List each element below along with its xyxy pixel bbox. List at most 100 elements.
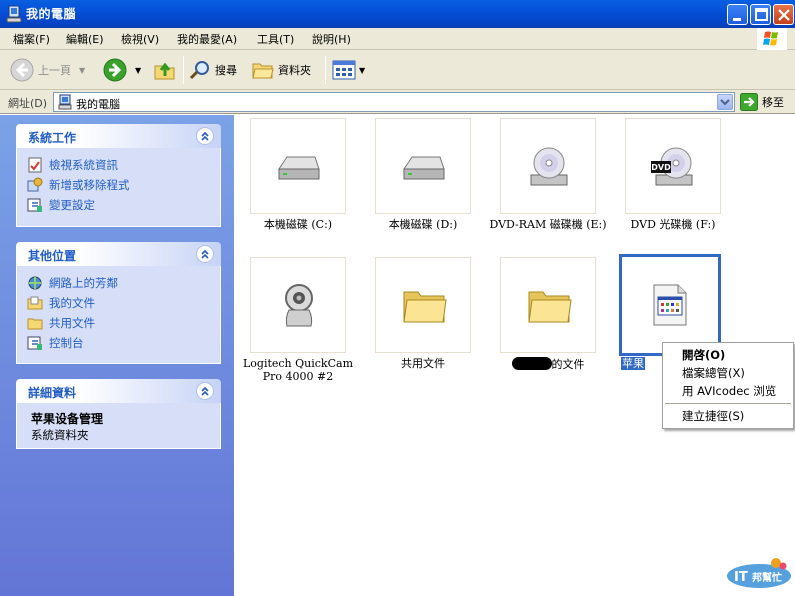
close-button[interactable] <box>773 4 794 25</box>
back-button[interactable]: 上一頁 ▼ <box>10 57 85 83</box>
minimize-button[interactable] <box>727 4 748 25</box>
menu-favorites[interactable]: 我的最愛(A) <box>177 31 237 47</box>
details-panel: 詳細資料 苹果设备管理 系統資料夾 <box>16 379 221 449</box>
menu-view[interactable]: 檢視(V) <box>121 31 159 47</box>
dvd-ram-drive-icon <box>530 147 568 186</box>
ctx-avicodec[interactable]: 用 AVIcodec 浏览 <box>663 382 793 400</box>
views-button[interactable]: ▼ <box>332 57 365 83</box>
address-dropdown-button[interactable] <box>717 94 733 110</box>
svg-text:邦幫忙: 邦幫忙 <box>752 571 782 584</box>
network-icon <box>28 276 42 290</box>
ctx-create-shortcut[interactable]: 建立捷徑(S) <box>663 407 793 425</box>
forward-dropdown-icon[interactable]: ▼ <box>135 66 141 75</box>
thumbnail <box>619 254 721 356</box>
menu-help[interactable]: 說明(H) <box>312 31 351 47</box>
address-input[interactable]: 我的電腦 <box>53 92 735 112</box>
drive-d[interactable]: 本機磁碟 (D:) <box>361 118 485 231</box>
item-label: 的文件 <box>486 357 610 371</box>
collapse-chevron-icon[interactable] <box>196 245 214 263</box>
webcam-device[interactable]: Logitech QuickCam Pro 4000 #2 <box>236 257 360 383</box>
folders-icon <box>252 63 274 79</box>
address-label: 網址(D) <box>8 97 48 110</box>
svg-text:DVD: DVD <box>651 163 671 172</box>
item-label: 本機磁碟 (C:) <box>263 218 333 231</box>
maximize-button[interactable] <box>750 4 771 25</box>
task-change-settings[interactable]: 變更設定 <box>27 195 220 215</box>
thumbnail <box>250 257 346 353</box>
ctx-open[interactable]: 開啓(O) <box>663 346 793 364</box>
shared-documents-folder-icon <box>27 318 43 330</box>
windows-logo-icon <box>757 28 787 50</box>
shared-documents-folder[interactable]: 共用文件 <box>361 257 485 370</box>
other-places-header[interactable]: 其他位置 <box>16 242 221 266</box>
folder-icon <box>403 291 447 323</box>
toolbar-separator <box>325 56 326 84</box>
go-button[interactable]: 移至 <box>740 93 784 111</box>
collapse-chevron-icon[interactable] <box>196 382 214 400</box>
address-bar: 網址(D) 我的電腦 移至 <box>0 90 795 114</box>
details-item-name: 苹果设备管理 <box>31 412 104 426</box>
task-add-remove-programs[interactable]: 新增或移除程式 <box>27 175 220 195</box>
item-label: DVD-RAM 磁碟機 (E:) <box>489 218 607 231</box>
system-tasks-panel: 系統工作 檢視系統資訊 新增或移除程式 變更設定 <box>16 124 221 227</box>
task-view-system-info[interactable]: 檢視系統資訊 <box>27 155 220 175</box>
other-places-panel: 其他位置 網路上的芳鄰 我的文件 共用文件 控制台 <box>16 242 221 364</box>
back-dropdown-icon[interactable]: ▼ <box>79 66 85 75</box>
place-network[interactable]: 網路上的芳鄰 <box>27 273 220 293</box>
panel-title: 系統工作 <box>28 131 77 145</box>
search-icon <box>189 61 209 80</box>
user-documents-folder[interactable]: 的文件 <box>486 257 610 371</box>
folder-icon <box>528 291 572 323</box>
item-label: 共用文件 <box>401 357 445 370</box>
task-pane: 系統工作 檢視系統資訊 新增或移除程式 變更設定 其他位置 網路上的芳鄰 我的文… <box>0 115 234 596</box>
add-remove-programs-icon <box>27 177 43 192</box>
thumbnail <box>375 257 471 353</box>
go-label: 移至 <box>762 96 784 109</box>
drive-c[interactable]: 本機磁碟 (C:) <box>236 118 360 231</box>
search-label: 搜尋 <box>215 64 237 77</box>
drive-e-dvd-ram[interactable]: DVD-RAM 磁碟機 (E:) <box>486 118 610 231</box>
apple-device-folder-icon <box>653 284 687 326</box>
back-label: 上一頁 <box>38 64 71 77</box>
drive-f-dvd[interactable]: DVD DVD 光碟機 (F:) <box>611 118 735 231</box>
forward-button[interactable]: ▼ <box>103 57 141 83</box>
search-button[interactable]: 搜尋 <box>189 57 237 83</box>
address-value: 我的電腦 <box>76 98 120 111</box>
thumbnail <box>250 118 346 214</box>
hard-drive-icon <box>278 156 320 180</box>
system-info-icon <box>28 157 42 173</box>
up-folder-button[interactable] <box>153 57 177 83</box>
thumbnail <box>500 257 596 353</box>
context-menu: 開啓(O) 檔案總管(X) 用 AVIcodec 浏览 建立捷徑(S) <box>662 342 794 429</box>
item-label: DVD 光碟機 (F:) <box>630 218 716 231</box>
window-title: 我的電腦 <box>26 7 77 21</box>
place-control-panel[interactable]: 控制台 <box>27 333 220 353</box>
thumbnail <box>500 118 596 214</box>
menu-tools[interactable]: 工具(T) <box>257 31 294 47</box>
system-tasks-header[interactable]: 系統工作 <box>16 124 221 148</box>
collapse-chevron-icon[interactable] <box>196 127 214 145</box>
thumbnail <box>375 118 471 214</box>
panel-title: 其他位置 <box>28 249 77 263</box>
ctx-explore[interactable]: 檔案總管(X) <box>663 364 793 382</box>
menu-edit[interactable]: 編輯(E) <box>66 31 104 47</box>
my-computer-icon <box>58 94 72 110</box>
redacted-name <box>511 357 552 370</box>
toolbar: 上一頁 ▼ ▼ 搜尋 資料夾 ▼ <box>0 50 795 90</box>
go-arrow-icon <box>740 93 758 111</box>
menu-file[interactable]: 檔案(F) <box>13 31 50 47</box>
folders-button[interactable]: 資料夾 <box>252 57 311 83</box>
toolbar-separator <box>183 56 184 84</box>
up-folder-icon <box>154 62 175 80</box>
hard-drive-icon <box>403 156 445 180</box>
item-label: Logitech QuickCam Pro 4000 #2 <box>242 357 353 383</box>
details-item-type: 系統資料夾 <box>31 428 89 442</box>
dvd-drive-icon: DVD <box>651 147 693 186</box>
details-header[interactable]: 詳細資料 <box>16 379 221 403</box>
views-icon <box>332 60 356 80</box>
forward-arrow-icon <box>103 58 127 82</box>
place-shared-documents[interactable]: 共用文件 <box>27 313 220 333</box>
menu-bar: 檔案(F) 編輯(E) 檢視(V) 我的最愛(A) 工具(T) 說明(H) <box>0 28 795 50</box>
place-my-documents[interactable]: 我的文件 <box>27 293 220 313</box>
views-dropdown-icon[interactable]: ▼ <box>359 66 365 75</box>
